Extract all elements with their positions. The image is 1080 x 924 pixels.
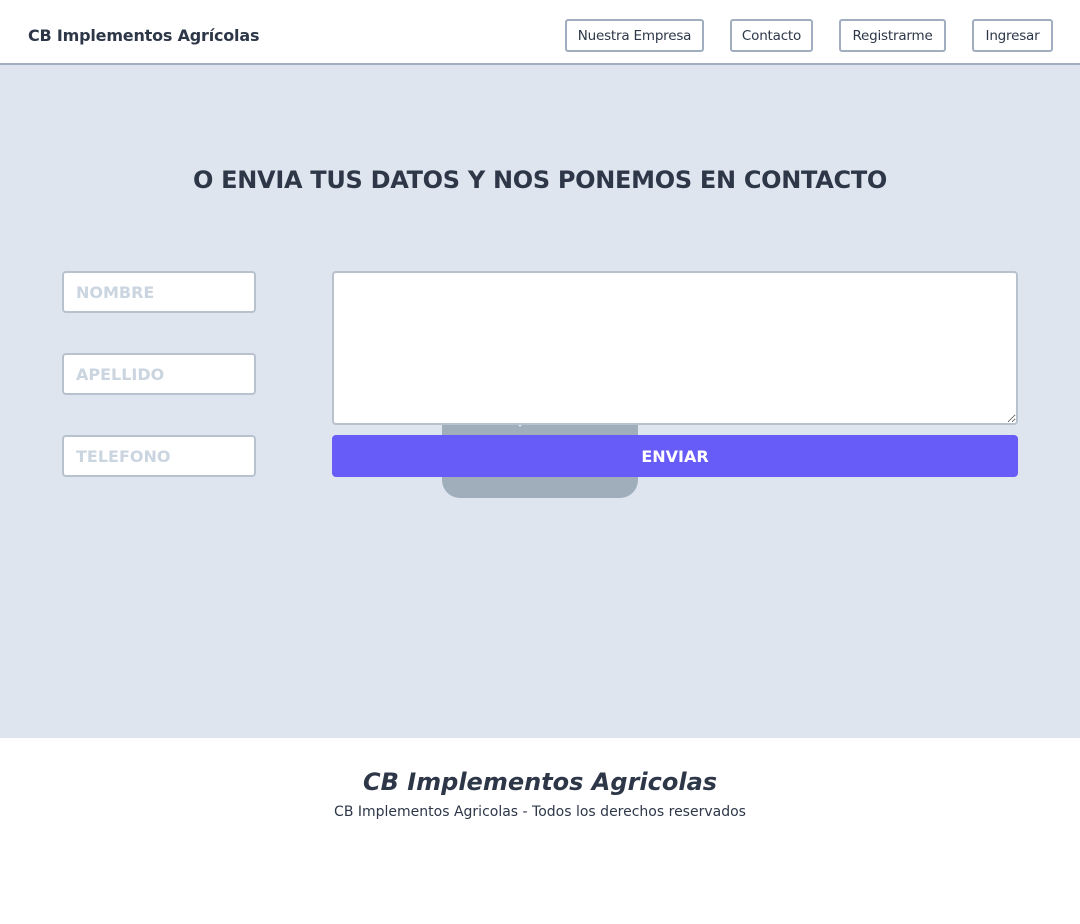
apellido-field[interactable] <box>62 353 256 395</box>
nav-nuestra-empresa-button[interactable]: Nuestra Empresa <box>565 19 704 52</box>
telefono-field[interactable] <box>62 435 256 477</box>
nombre-field[interactable] <box>62 271 256 313</box>
nav-ingresar-button[interactable]: Ingresar <box>972 19 1053 52</box>
message-textarea[interactable] <box>332 271 1018 425</box>
footer-title: CB Implementos Agricolas <box>362 768 718 796</box>
top-navbar: CB Implementos Agrícolas Nuestra Empresa… <box>0 0 1080 65</box>
brand-name[interactable]: CB Implementos Agrícolas <box>28 26 259 45</box>
nav-contacto-button[interactable]: Contacto <box>730 19 813 52</box>
footer-copyright: CB Implementos Agricolas - Todos los der… <box>334 804 746 820</box>
contact-section: O ENVIA TUS DATOS Y NOS PONEMOS EN CONTA… <box>0 65 1080 738</box>
contact-title: O ENVIA TUS DATOS Y NOS PONEMOS EN CONTA… <box>193 166 887 194</box>
send-button[interactable]: ENVIAR <box>332 435 1018 477</box>
nav-registrarme-button[interactable]: Registrarme <box>839 19 946 52</box>
footer: CB Implementos Agricolas CB Implementos … <box>0 738 1080 924</box>
